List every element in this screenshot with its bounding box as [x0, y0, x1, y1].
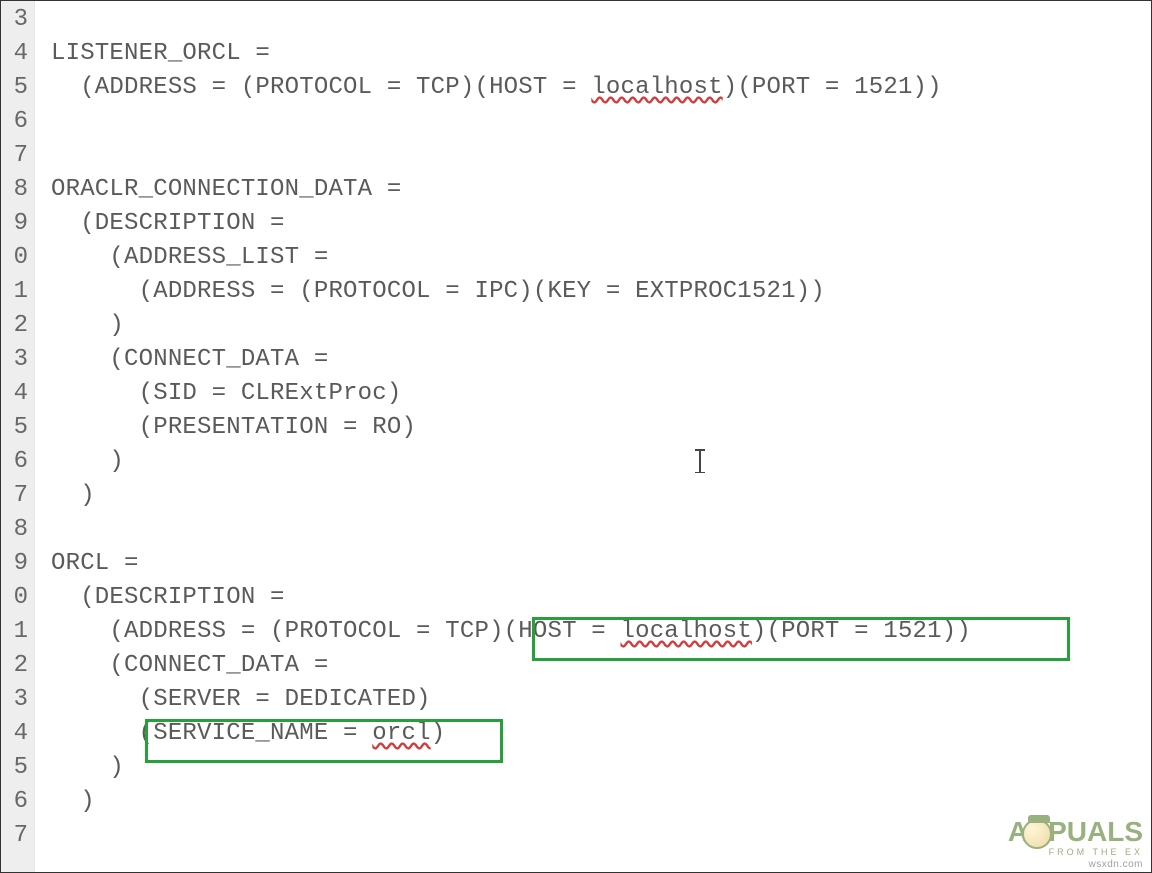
line-number: 7: [1, 819, 34, 853]
spellcheck-word: localhost: [591, 74, 722, 101]
code-line[interactable]: [51, 819, 1151, 853]
code-text: (ADDRESS = (PROTOCOL = TCP)(HOST =: [51, 618, 621, 645]
line-number: 2: [1, 649, 34, 683]
line-number: 7: [1, 139, 34, 173]
code-line[interactable]: LISTENER_ORCL =: [51, 37, 1151, 71]
code-line[interactable]: [51, 105, 1151, 139]
code-text: (ADDRESS = (PROTOCOL = TCP)(HOST =: [51, 74, 591, 101]
code-line[interactable]: ORACLR_CONNECTION_DATA =: [51, 173, 1151, 207]
line-number: 3: [1, 3, 34, 37]
code-line[interactable]: (CONNECT_DATA =: [51, 343, 1151, 377]
line-number: 7: [1, 479, 34, 513]
line-number: 5: [1, 751, 34, 785]
code-line[interactable]: (CONNECT_DATA =: [51, 649, 1151, 683]
line-number: 3: [1, 683, 34, 717]
line-number: 1: [1, 275, 34, 309]
code-line[interactable]: ): [51, 445, 1151, 479]
code-text: ): [431, 720, 446, 747]
code-line[interactable]: (SERVICE_NAME = orcl): [51, 717, 1151, 751]
line-number: 9: [1, 547, 34, 581]
code-text: )(PORT = 1521)): [723, 74, 942, 101]
code-line[interactable]: (ADDRESS = (PROTOCOL = TCP)(HOST = local…: [51, 71, 1151, 105]
line-number: 4: [1, 377, 34, 411]
spellcheck-word: orcl: [372, 720, 430, 747]
code-line[interactable]: (ADDRESS_LIST =: [51, 241, 1151, 275]
code-line[interactable]: ): [51, 309, 1151, 343]
line-number: 6: [1, 105, 34, 139]
code-text: (SERVICE_NAME =: [51, 720, 372, 747]
code-line[interactable]: (DESCRIPTION =: [51, 207, 1151, 241]
code-editor: 3 4 5 6 7 8 9 0 1 2 3 4 5 6 7 8 9 0 1 2 …: [1, 1, 1151, 872]
line-number: 5: [1, 411, 34, 445]
line-number: 3: [1, 343, 34, 377]
code-line[interactable]: (ADDRESS = (PROTOCOL = TCP)(HOST = local…: [51, 615, 1151, 649]
line-number: 1: [1, 615, 34, 649]
line-number: 0: [1, 581, 34, 615]
line-number: 8: [1, 513, 34, 547]
code-line[interactable]: (PRESENTATION = RO): [51, 411, 1151, 445]
code-line[interactable]: [51, 139, 1151, 173]
code-line[interactable]: [51, 513, 1151, 547]
line-number: 0: [1, 241, 34, 275]
line-number-gutter: 3 4 5 6 7 8 9 0 1 2 3 4 5 6 7 8 9 0 1 2 …: [1, 1, 35, 872]
line-number: 9: [1, 207, 34, 241]
code-line[interactable]: ): [51, 751, 1151, 785]
code-area[interactable]: LISTENER_ORCL = (ADDRESS = (PROTOCOL = T…: [35, 1, 1151, 872]
line-number: 8: [1, 173, 34, 207]
code-line[interactable]: ): [51, 479, 1151, 513]
code-line[interactable]: [51, 3, 1151, 37]
code-line[interactable]: (DESCRIPTION =: [51, 581, 1151, 615]
code-line[interactable]: ): [51, 785, 1151, 819]
line-number: 2: [1, 309, 34, 343]
line-number: 6: [1, 445, 34, 479]
code-line[interactable]: (ADDRESS = (PROTOCOL = IPC)(KEY = EXTPRO…: [51, 275, 1151, 309]
code-line[interactable]: (SID = CLRExtProc): [51, 377, 1151, 411]
code-text: )(PORT = 1521)): [752, 618, 971, 645]
code-line[interactable]: ORCL =: [51, 547, 1151, 581]
spellcheck-word: localhost: [621, 618, 752, 645]
line-number: 6: [1, 785, 34, 819]
code-line[interactable]: (SERVER = DEDICATED): [51, 683, 1151, 717]
line-number: 5: [1, 71, 34, 105]
line-number: 4: [1, 717, 34, 751]
line-number: 4: [1, 37, 34, 71]
